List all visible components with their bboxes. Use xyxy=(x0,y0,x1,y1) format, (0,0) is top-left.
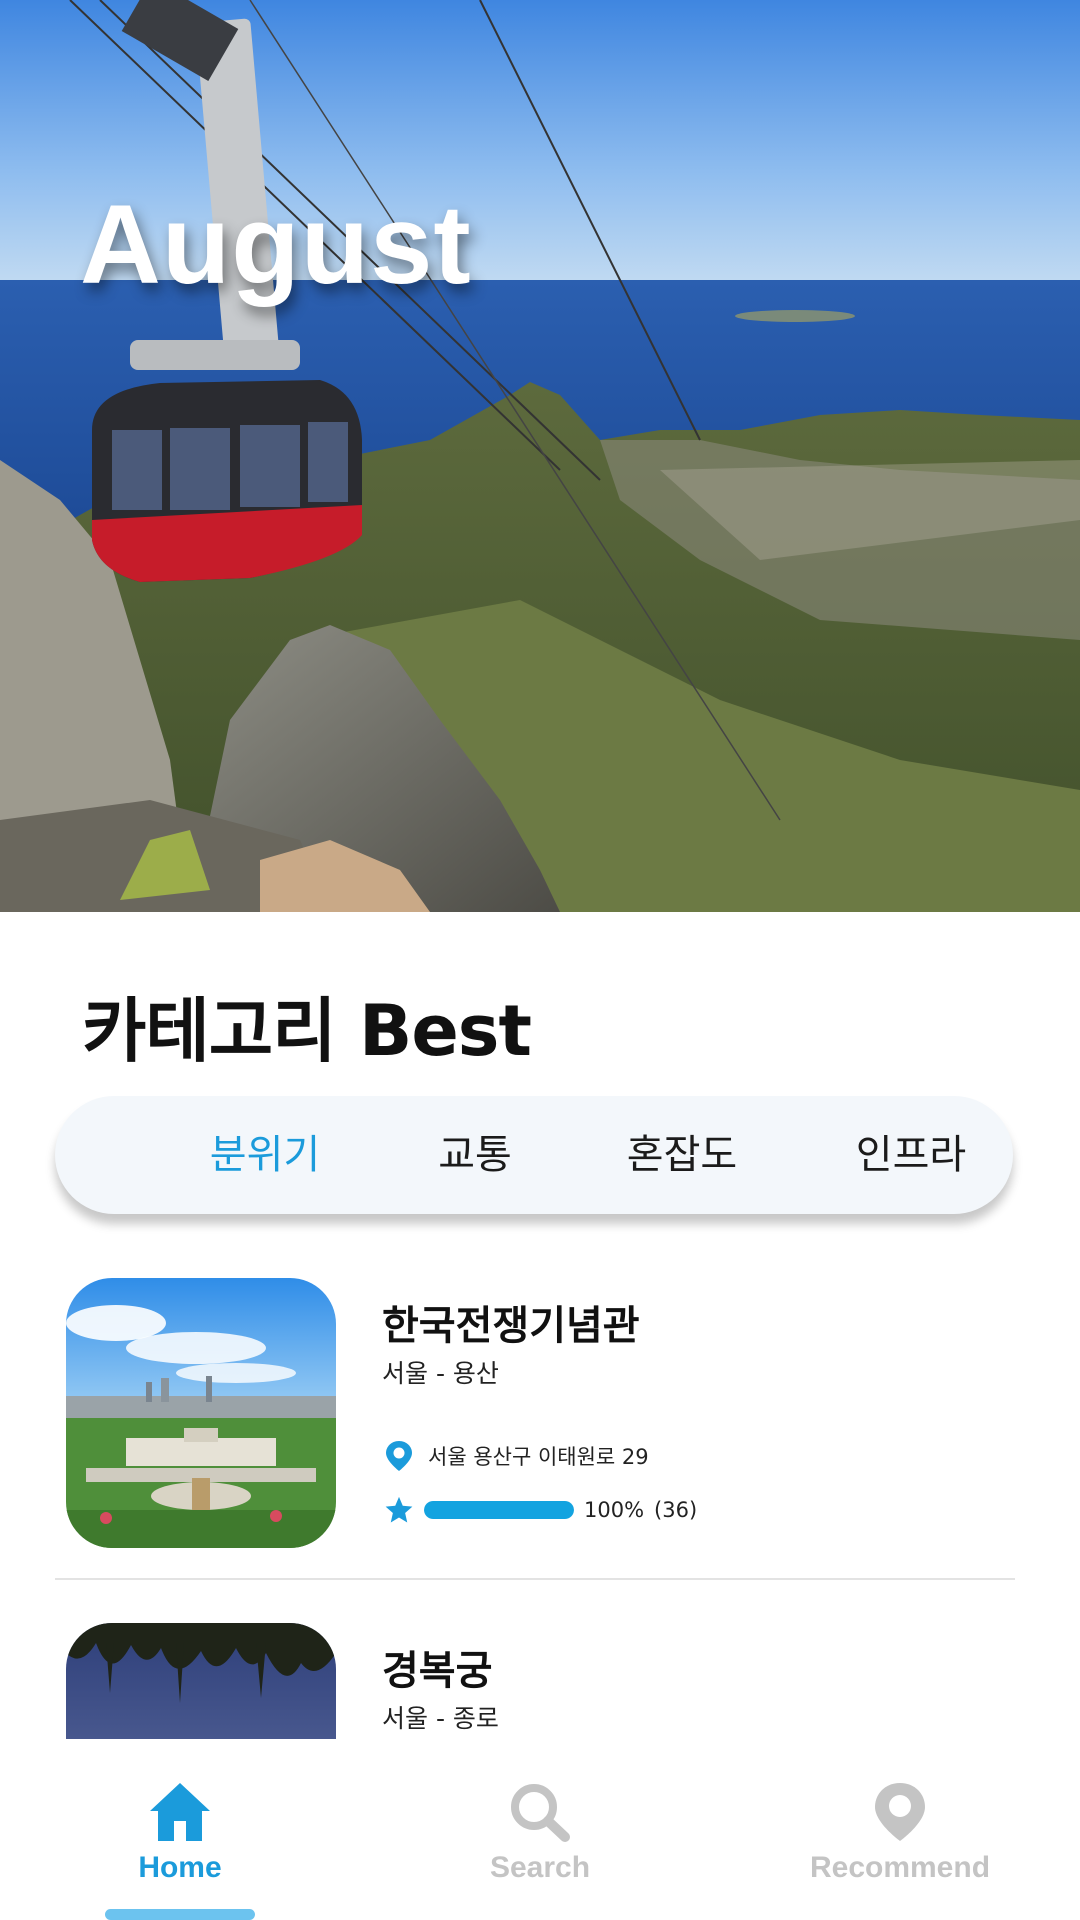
rating-percent: 100% xyxy=(584,1498,645,1522)
tab-congestion[interactable]: 혼잡도 xyxy=(592,1096,772,1214)
place-thumbnail xyxy=(66,1278,336,1548)
nav-search-label: Search xyxy=(489,1851,591,1884)
place-address-row: 서울 용산구 이태원로 29 xyxy=(384,1440,649,1472)
bottom-navigation: Home Search Recommend xyxy=(0,1739,1080,1920)
tab-transportation[interactable]: 교통 xyxy=(385,1096,565,1214)
place-thumbnail xyxy=(66,1623,336,1739)
star-icon xyxy=(385,1496,413,1523)
rating-bar xyxy=(424,1501,574,1519)
hero-title: August xyxy=(80,182,472,307)
rating-count: (36) xyxy=(654,1498,698,1522)
hero-image xyxy=(0,0,1080,912)
place-address: 서울 용산구 이태원로 29 xyxy=(428,1445,649,1469)
tab-infrastructure[interactable]: 인프라 xyxy=(821,1096,1001,1214)
nav-recommend[interactable]: Recommend xyxy=(770,1739,1030,1920)
place-rating-row: 100% (36) xyxy=(384,1495,697,1525)
nav-home[interactable]: Home xyxy=(50,1739,310,1920)
category-tab-bar: 분위기 교통 혼잡도 인프라 xyxy=(55,1096,1013,1214)
active-nav-indicator xyxy=(105,1909,255,1920)
place-name: 한국전쟁기념관 xyxy=(382,1303,640,1349)
place-region: 서울 - 용산 xyxy=(382,1359,499,1388)
place-region: 서울 - 종로 xyxy=(382,1704,499,1733)
nav-home-label: Home xyxy=(138,1851,222,1884)
hero-banner: August xyxy=(0,0,1080,912)
place-list: 한국전쟁기념관 서울 - 용산 서울 용산구 이태원로 29 100% (36) xyxy=(0,1250,1080,1739)
location-pin-icon xyxy=(386,1441,412,1471)
search-icon xyxy=(511,1784,570,1842)
nav-search[interactable]: Search xyxy=(410,1739,670,1920)
list-item[interactable]: 경복궁 서울 - 종로 xyxy=(0,1595,1080,1739)
list-divider xyxy=(55,1578,1015,1580)
section-title: 카테고리 Best xyxy=(82,990,532,1072)
rating-bar-fill xyxy=(424,1501,574,1519)
list-item[interactable]: 한국전쟁기념관 서울 - 용산 서울 용산구 이태원로 29 100% (36) xyxy=(0,1250,1080,1595)
nav-recommend-label: Recommend xyxy=(809,1851,991,1884)
tab-atmosphere[interactable]: 분위기 xyxy=(175,1096,355,1214)
place-name: 경복궁 xyxy=(382,1648,493,1694)
home-icon xyxy=(150,1783,210,1841)
location-pin-icon xyxy=(875,1783,925,1841)
